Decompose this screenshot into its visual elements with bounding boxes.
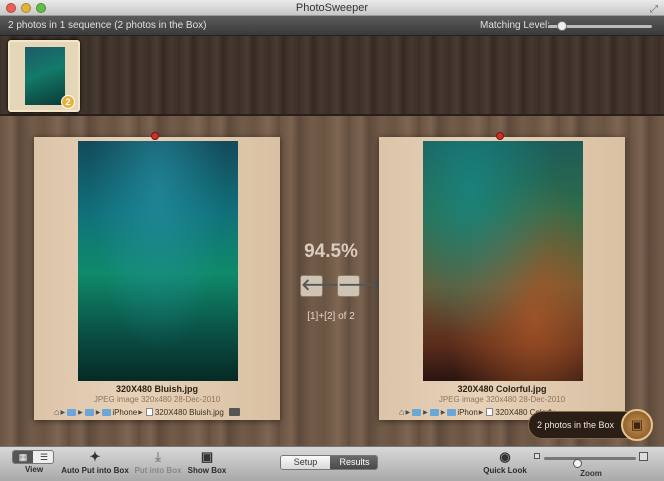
- path-arrow-icon: ▶: [78, 409, 83, 416]
- folder-icon[interactable]: [84, 408, 94, 416]
- wand-icon: ✦: [89, 449, 101, 464]
- path-folder-name[interactable]: iPhon: [457, 408, 477, 417]
- left-photo-meta: JPEG image 320x480 28-Dec-2010: [93, 395, 221, 404]
- view-label: View: [24, 465, 44, 474]
- folder-icon[interactable]: [102, 408, 112, 416]
- zoom-small-icon: [534, 453, 540, 459]
- zoom-large-icon: [639, 452, 648, 461]
- path-arrow-icon: ▶: [138, 409, 143, 416]
- matching-level-slider[interactable]: [548, 21, 652, 31]
- path-arrow-icon: ▶: [405, 409, 411, 416]
- folder-icon[interactable]: [412, 408, 422, 416]
- next-button[interactable]: 🡒: [337, 275, 381, 297]
- auto-put-into-box-button[interactable]: ✦ Auto Put into Box: [60, 447, 130, 481]
- minimize-button[interactable]: [21, 3, 31, 13]
- right-photo-meta: JPEG image 320x480 28-Dec-2010: [438, 395, 566, 404]
- path-arrow-icon: ▶: [440, 409, 446, 416]
- auto-put-label: Auto Put into Box: [61, 466, 129, 475]
- path-file-name[interactable]: 320X480 Bluish.jpg: [155, 408, 224, 417]
- put-label: Put into Box: [134, 466, 182, 475]
- box-icon: ▣: [200, 449, 214, 464]
- thumbnail-count-badge: 2: [61, 95, 75, 109]
- filmstrip: 2: [0, 36, 664, 116]
- box-icon[interactable]: [228, 408, 240, 416]
- file-icon: [486, 408, 494, 416]
- tab-setup[interactable]: Setup: [281, 456, 330, 469]
- photosweeper-window: PhotoSweeper ⤢ 2 photos in 1 sequence (2…: [0, 0, 664, 481]
- list-icon[interactable]: ☰: [34, 451, 53, 463]
- show-box-label: Show Box: [187, 466, 227, 475]
- zoom-knob[interactable]: [573, 459, 583, 468]
- zoom-label: Zoom: [580, 469, 602, 478]
- pin-icon: [151, 132, 159, 140]
- similarity-percent: 94.5%: [304, 241, 358, 262]
- zoom-window-button[interactable]: [36, 3, 46, 13]
- pair-counter: [1]+[2] of 2: [307, 311, 355, 322]
- left-photo-path: ⌂▶ ▶ ▶ iPhone▶ 320X480 Bluish.jpg: [54, 407, 280, 419]
- info-bar: 2 photos in 1 sequence (2 photos in the …: [0, 16, 664, 36]
- mode-switch[interactable]: Setup Results: [280, 455, 378, 470]
- window-title: PhotoSweeper: [295, 2, 369, 14]
- folder-icon[interactable]: [67, 408, 77, 416]
- quick-look-label: Quick Look: [483, 466, 527, 475]
- pin-icon: [496, 132, 504, 140]
- sequence-summary: 2 photos in 1 sequence (2 photos in the …: [8, 20, 207, 31]
- home-icon[interactable]: ⌂: [54, 407, 59, 417]
- close-button[interactable]: [6, 3, 16, 13]
- box-status-text: 2 photos in the Box: [537, 420, 615, 430]
- put-into-box-button[interactable]: ⤓ Put into Box: [134, 447, 182, 481]
- eye-icon: ◉: [499, 449, 511, 464]
- box-status-tooltip[interactable]: 2 photos in the Box ▣: [528, 409, 653, 441]
- zoom-slider[interactable]: [544, 457, 636, 468]
- file-icon: [145, 408, 153, 416]
- path-arrow-icon: ▶: [478, 409, 484, 416]
- left-photo-card[interactable]: 320X480 Bluish.jpg JPEG image 320x480 28…: [34, 132, 280, 420]
- view-mode-control[interactable]: ▦ ☰: [12, 450, 54, 464]
- folder-icon[interactable]: [429, 408, 439, 416]
- path-arrow-icon: ▶: [423, 409, 428, 416]
- title-bar: PhotoSweeper ⤢: [0, 0, 664, 16]
- left-photo-filename: 320X480 Bluish.jpg: [115, 384, 199, 394]
- home-icon[interactable]: ⌂: [399, 407, 404, 417]
- download-icon: ⤓: [155, 449, 161, 464]
- right-photo-card[interactable]: 320X480 Colorful.jpg JPEG image 320x480 …: [379, 132, 625, 420]
- path-arrow-icon: ▶: [60, 409, 66, 416]
- grid-icon[interactable]: ▦: [13, 451, 33, 463]
- matching-level-label: Matching Level:: [480, 20, 551, 31]
- matching-level-knob[interactable]: [557, 21, 568, 31]
- path-arrow-icon: ▶: [95, 409, 101, 416]
- tab-results[interactable]: Results: [330, 456, 377, 469]
- zoom-control: Zoom: [532, 451, 650, 481]
- box-icon[interactable]: ▣: [621, 409, 653, 441]
- right-photo-image[interactable]: [423, 141, 583, 381]
- right-photo-filename: 320X480 Colorful.jpg: [457, 384, 547, 394]
- show-box-button[interactable]: ▣ Show Box: [186, 447, 228, 481]
- previous-button[interactable]: 🡐: [300, 275, 344, 297]
- thumbnail-image: [25, 47, 65, 105]
- path-folder-name[interactable]: iPhone: [112, 408, 137, 417]
- folder-icon[interactable]: [447, 408, 457, 416]
- quick-look-button[interactable]: ◉ Quick Look: [482, 447, 528, 481]
- bottom-toolbar: ▦ ☰ View ✦ Auto Put into Box ⤓ Put into …: [0, 446, 664, 481]
- sequence-thumbnail[interactable]: 2: [8, 40, 80, 112]
- comparison-area: 320X480 Bluish.jpg JPEG image 320x480 28…: [0, 116, 664, 446]
- left-photo-image[interactable]: [78, 141, 238, 381]
